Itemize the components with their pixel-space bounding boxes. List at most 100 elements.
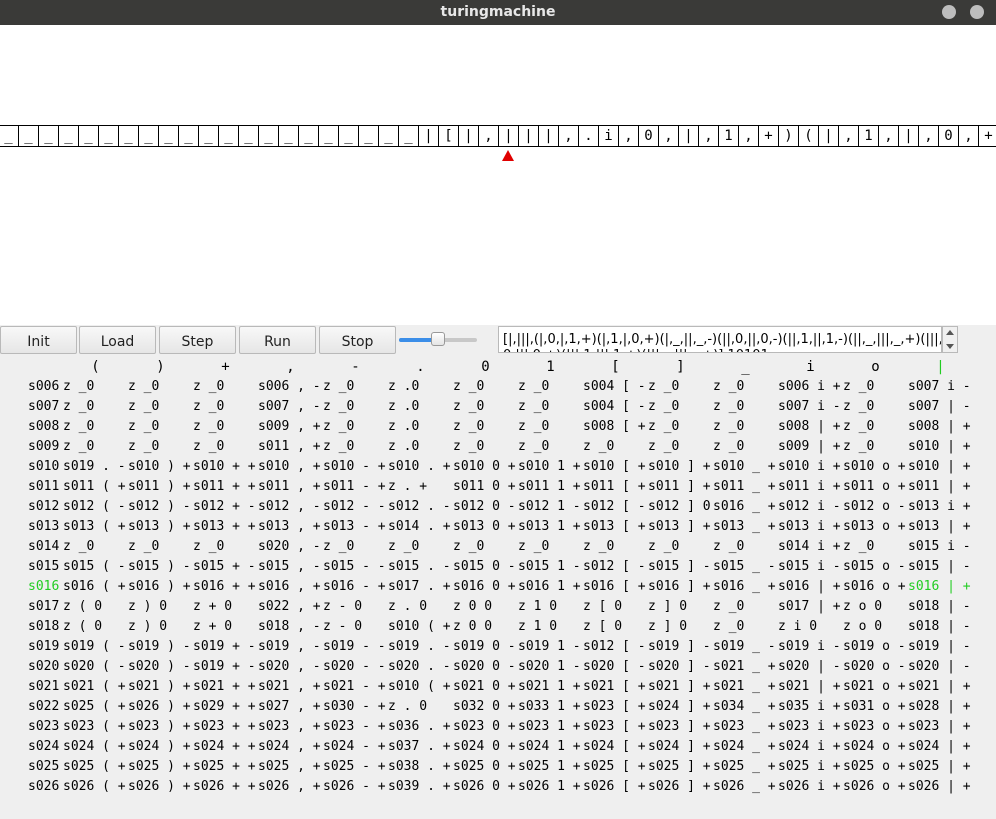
table-cell[interactable]: s010 ( + [388,619,451,634]
table-cell[interactable]: s016 | + [778,579,841,594]
table-cell[interactable]: z _0 [713,619,744,634]
table-cell[interactable]: s026 [ + [583,779,646,794]
table-cell[interactable]: s019 - - [323,639,386,654]
table-cell[interactable]: s016 ] + [648,579,711,594]
table-cell[interactable]: z _0 [648,539,679,554]
table-cell[interactable]: s025 ( + [63,699,126,714]
table-cell[interactable]: s018 | - [908,619,971,634]
table-cell[interactable]: s012 0 - [453,499,516,514]
table-cell[interactable]: z _0 [193,439,224,454]
table-cell[interactable]: z _0 [713,379,744,394]
table-cell[interactable]: s011 1 + [518,479,581,494]
table-cell[interactable]: z _0 [843,439,874,454]
table-cell[interactable]: s016 ) + [128,579,191,594]
table-cell[interactable]: s011 | + [908,479,971,494]
table-cell[interactable]: z _0 [128,379,159,394]
table-cell[interactable]: s006 , - [258,379,321,394]
table-cell[interactable]: s026 _ + [713,779,776,794]
table-cell[interactable]: s020 , - [258,659,321,674]
table-cell[interactable]: s015 i - [778,559,841,574]
table-cell[interactable]: s020 ( - [63,659,126,674]
table-cell[interactable]: s025 , + [258,759,321,774]
table-cell[interactable]: s033 1 + [518,699,581,714]
table-cell[interactable]: z _0 [713,539,744,554]
table-cell[interactable]: s011 ] + [648,479,711,494]
table-cell[interactable]: z _0 [453,539,484,554]
table-cell[interactable]: s012 o - [843,499,906,514]
table-cell[interactable]: z _0 [843,379,874,394]
table-cell[interactable]: s037 . + [388,739,451,754]
table-cell[interactable]: s014 i + [778,539,841,554]
speed-slider[interactable] [399,332,477,347]
table-cell[interactable]: s017 | + [778,599,841,614]
table-cell[interactable]: z [ 0 [583,619,622,634]
table-cell[interactable]: s025 ] + [648,759,711,774]
table-cell[interactable]: s013 - + [323,519,386,534]
table-cell[interactable]: z 1 0 [518,599,557,614]
table-cell[interactable]: s019 . - [388,639,451,654]
table-cell[interactable]: z . 0 [388,699,427,714]
table-cell[interactable]: s013 ) + [128,519,191,534]
table-cell[interactable]: z _0 [713,439,744,454]
table-cell[interactable]: s023 ] + [648,719,711,734]
table-cell[interactable]: s024 + + [193,739,256,754]
table-cell[interactable]: s015 ) - [128,559,191,574]
table-cell[interactable]: s010 ) + [128,459,191,474]
table-cell[interactable]: s016 o + [843,579,906,594]
table-cell[interactable]: s028 | + [908,699,971,714]
table-cell[interactable]: z _0 [128,419,159,434]
table-cell[interactable]: z _0 [193,399,224,414]
close-button[interactable] [970,5,984,19]
table-cell[interactable]: z _0 [453,379,484,394]
table-cell[interactable]: s026 0 + [453,779,516,794]
table-cell[interactable]: s031 o + [843,699,906,714]
table-cell[interactable]: s012 [ - [583,559,646,574]
table-cell[interactable]: z _0 [843,539,874,554]
table-cell[interactable]: z _0 [518,399,549,414]
table-cell[interactable]: z _0 [63,399,94,414]
table-cell[interactable]: s036 . + [388,719,451,734]
table-cell[interactable]: s008 [ + [583,419,646,434]
table-cell[interactable]: z .0 [388,379,419,394]
table-cell[interactable]: s019 i - [778,639,841,654]
table-cell[interactable]: s024 - + [323,739,386,754]
table-cell[interactable]: s023 + + [193,719,256,734]
table-cell[interactable]: z _0 [128,439,159,454]
table-cell[interactable]: s004 [ - [583,399,646,414]
table-cell[interactable]: s025 ( + [63,759,126,774]
table-cell[interactable]: z _0 [583,439,614,454]
table-cell[interactable]: s015 ( - [63,559,126,574]
table-cell[interactable]: z _0 [648,399,679,414]
table-cell[interactable]: s019 ) - [128,639,191,654]
table-cell[interactable]: s011 - + [323,479,386,494]
table-cell[interactable]: s015 _ - [713,559,776,574]
table-cell[interactable]: z _0 [843,399,874,414]
table-cell[interactable]: s016 _ + [713,499,776,514]
table-cell[interactable]: s012 ( - [63,499,126,514]
table-cell[interactable]: s013 [ + [583,519,646,534]
table-cell[interactable]: s026 , + [258,779,321,794]
table-cell[interactable]: s008 | + [908,419,971,434]
table-cell[interactable]: z ( 0 [63,619,102,634]
table-cell[interactable]: z _0 [518,539,549,554]
table-cell[interactable]: s015 i - [908,539,971,554]
table-cell[interactable]: s017 . + [388,579,451,594]
table-cell[interactable]: z . + [388,479,427,494]
table-cell[interactable]: s021 | + [908,679,971,694]
table-cell[interactable]: s024 _ + [713,739,776,754]
table-cell[interactable]: s034 _ + [713,699,776,714]
table-cell[interactable]: s013 , + [258,519,321,534]
table-cell[interactable]: s011 o + [843,479,906,494]
table-cell[interactable]: s020 ) - [128,659,191,674]
table-cell[interactable]: s007 | - [908,399,971,414]
table-cell[interactable]: s012 i - [778,499,841,514]
table-cell[interactable]: s011 _ + [713,479,776,494]
table-cell[interactable]: s020 | - [908,659,971,674]
table-cell[interactable]: s021 | + [778,679,841,694]
table-cell[interactable]: s020 ] - [648,659,711,674]
table-cell[interactable]: z _0 [63,379,94,394]
table-cell[interactable]: s011 , + [258,479,321,494]
table-cell[interactable]: z _0 [323,399,354,414]
table-cell[interactable]: s011 ) + [128,479,191,494]
table-cell[interactable]: z _0 [193,539,224,554]
